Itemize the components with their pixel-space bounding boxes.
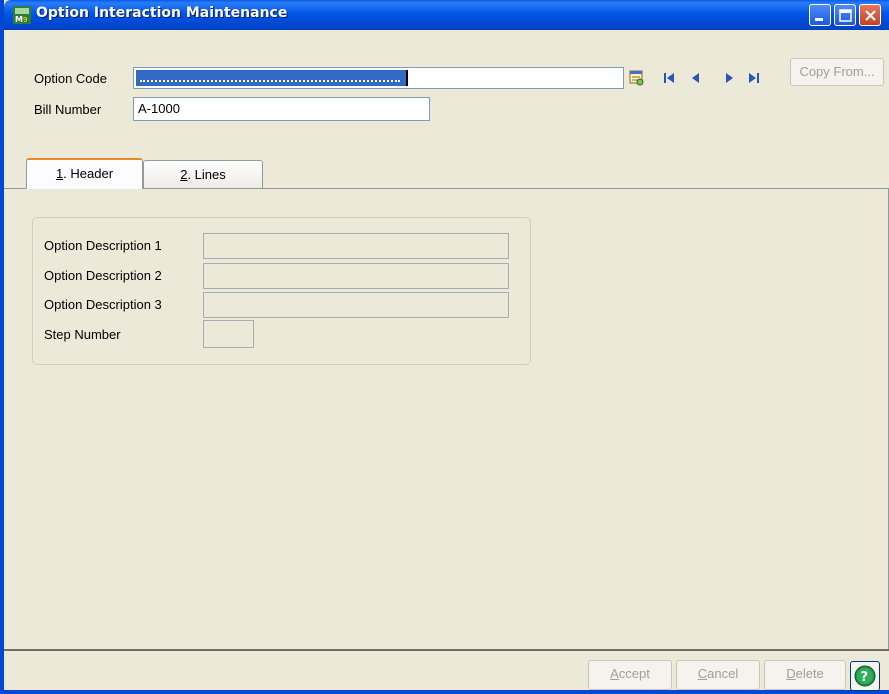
tab-lines[interactable]: 2. Lines <box>143 160 263 188</box>
close-icon <box>865 10 876 21</box>
svg-text:9: 9 <box>23 16 27 24</box>
option-description-1-field <box>203 233 509 259</box>
first-record-icon[interactable] <box>661 70 677 86</box>
status-separator <box>4 649 889 651</box>
option-code-input[interactable] <box>133 67 624 89</box>
option-interaction-window: M 9 Option Interaction Maintenance Optio… <box>0 0 889 694</box>
option-code-selection <box>136 70 406 86</box>
mas90-icon: M 9 <box>13 6 31 24</box>
tab-header-label: 1. Header <box>55 166 114 181</box>
step-number-label: Step Number <box>44 327 121 342</box>
window-title: Option Interaction Maintenance <box>36 5 288 21</box>
svg-text:?: ? <box>861 670 869 685</box>
tab-lines-label: 2. Lines <box>180 167 226 182</box>
delete-button[interactable]: Delete <box>764 660 846 690</box>
svg-text:M: M <box>15 15 23 24</box>
next-record-icon[interactable] <box>722 70 738 86</box>
step-number-field <box>203 320 254 348</box>
help-icon: ? <box>854 665 876 687</box>
text-caret <box>406 70 408 86</box>
accept-button[interactable]: Accept <box>588 660 672 690</box>
tab-header[interactable]: 1. Header <box>26 158 143 189</box>
copy-from-button[interactable]: Copy From... <box>790 58 884 86</box>
lookup-icon[interactable] <box>629 70 645 86</box>
last-record-icon[interactable] <box>746 70 762 86</box>
maximize-icon <box>839 9 852 22</box>
maximize-button[interactable] <box>834 4 856 26</box>
minimize-button[interactable] <box>809 4 831 26</box>
close-button[interactable] <box>859 4 881 26</box>
option-code-label: Option Code <box>34 71 107 86</box>
option-description-3-field <box>203 292 509 318</box>
option-description-3-label: Option Description 3 <box>44 297 162 312</box>
bill-number-field: A-1000 <box>133 97 430 121</box>
option-description-2-field <box>203 263 509 289</box>
option-description-1-label: Option Description 1 <box>44 238 162 253</box>
cancel-button[interactable]: Cancel <box>676 660 760 690</box>
previous-record-icon[interactable] <box>687 70 703 86</box>
help-button[interactable]: ? <box>850 661 880 691</box>
bill-number-label: Bill Number <box>34 102 102 117</box>
option-description-2-label: Option Description 2 <box>44 268 162 283</box>
minimize-icon <box>815 18 823 21</box>
title-bar[interactable]: M 9 Option Interaction Maintenance <box>4 0 889 30</box>
